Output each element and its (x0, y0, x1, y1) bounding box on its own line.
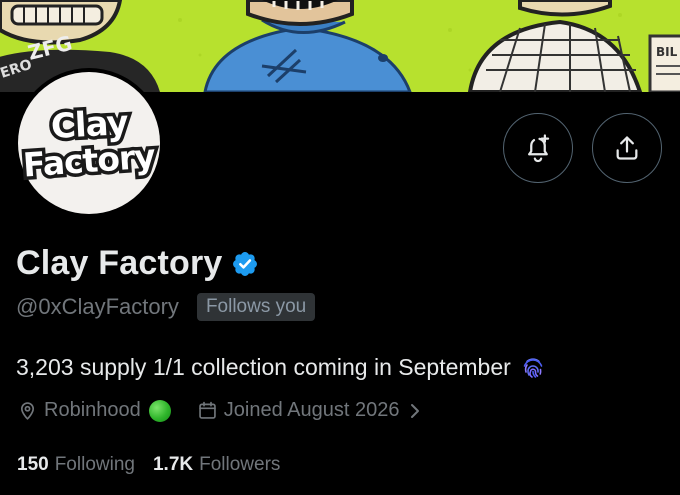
display-name: Clay Factory (16, 244, 223, 282)
followers-label: Followers (199, 454, 281, 475)
avatar-logo: Clay Factory (18, 72, 160, 214)
follows-you-badge: Follows you (196, 293, 316, 321)
location-pin-icon (17, 400, 38, 421)
location-text: Robinhood (44, 399, 141, 421)
green-circle-icon (148, 399, 171, 422)
profile-meta-row: Robinhood Joined August 2026 (17, 399, 421, 422)
chevron-right-icon (409, 403, 421, 419)
username-handle: @0xClayFactory (16, 294, 179, 319)
verified-badge-icon[interactable] (231, 250, 259, 278)
join-date-text: Joined August 2026 (223, 399, 400, 421)
followers-link[interactable]: 1.7K Followers (153, 454, 280, 476)
handle-row: @0xClayFactory Follows you (16, 293, 316, 321)
join-date[interactable]: Joined August 2026 (197, 399, 422, 422)
bell-plus-icon (523, 133, 553, 163)
following-count: 150 (17, 454, 49, 475)
fingerprint-icon (521, 356, 545, 380)
share-button[interactable] (592, 113, 662, 183)
followers-count: 1.7K (152, 454, 194, 475)
follow-stats: 150 Following 1.7K Followers (17, 454, 280, 476)
calendar-icon (197, 400, 218, 421)
following-label: Following (54, 454, 135, 475)
svg-text:BIL: BIL (656, 45, 678, 59)
profile-bio: 3,203 supply 1/1 collection coming in Se… (16, 354, 545, 381)
avatar-text-line2: Factory (18, 133, 159, 188)
following-link[interactable]: 150 Following (17, 454, 135, 476)
bio-text: 3,203 supply 1/1 collection coming in Se… (16, 354, 511, 380)
notify-button[interactable] (503, 113, 573, 183)
profile-avatar[interactable]: Clay Factory (14, 68, 164, 218)
display-name-row: Clay Factory (16, 244, 259, 283)
share-icon (613, 134, 641, 162)
